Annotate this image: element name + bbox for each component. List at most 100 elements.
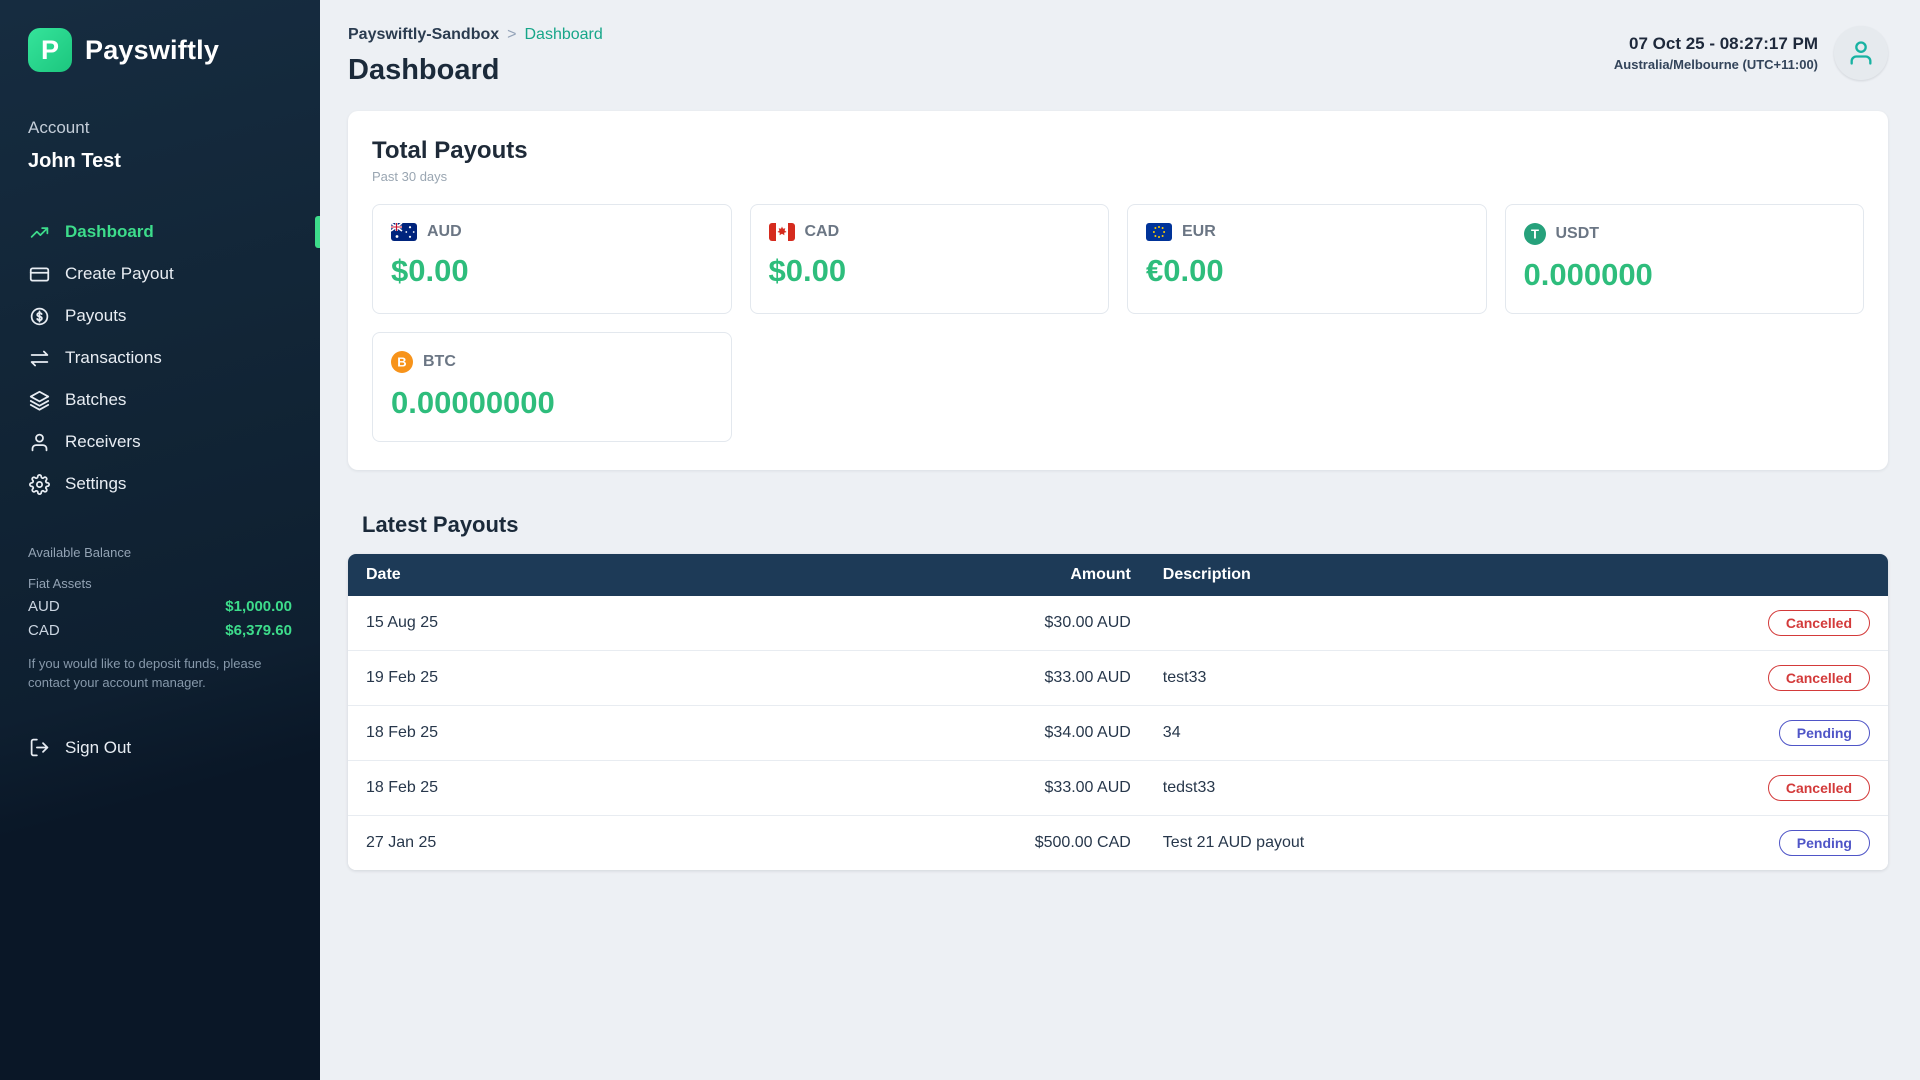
fiat-assets-label: Fiat Assets: [28, 576, 292, 591]
clock-timezone: Australia/Melbourne (UTC+11:00): [1614, 57, 1818, 72]
status-badge: Pending: [1779, 830, 1870, 856]
latest-payouts-table: Date Amount Description 15 Aug 25 $30.00…: [348, 554, 1888, 870]
balance-currency: AUD: [28, 598, 60, 615]
balance-currency: CAD: [28, 622, 60, 639]
currency-code: EUR: [1182, 223, 1216, 241]
table-row[interactable]: 18 Feb 25 $33.00 AUD tedst33 Cancelled: [348, 761, 1888, 816]
payout-date: 19 Feb 25: [348, 651, 995, 706]
column-header-amount: Amount: [995, 554, 1149, 596]
sidebar-item-transactions[interactable]: Transactions: [0, 337, 320, 379]
currency-total: 0.000000: [1524, 257, 1846, 293]
status-badge: Cancelled: [1768, 610, 1870, 636]
payout-description: test33: [1149, 651, 1673, 706]
page-title: Dashboard: [348, 54, 603, 87]
breadcrumb-root-link[interactable]: Payswiftly-Sandbox: [348, 26, 499, 44]
currency-total: €0.00: [1146, 253, 1468, 289]
deposit-note: If you would like to deposit funds, plea…: [28, 655, 292, 693]
total-payouts-title: Total Payouts: [372, 137, 1864, 165]
usdt-coin-icon: T: [1524, 223, 1546, 245]
main-content: Payswiftly-Sandbox > Dashboard Dashboard…: [320, 0, 1920, 1080]
dollar-circle-icon: [28, 305, 50, 327]
sidebar-item-label: Create Payout: [65, 264, 174, 284]
sign-out-label: Sign Out: [65, 738, 131, 758]
brand-name: Payswiftly: [85, 35, 219, 66]
sidebar-item-create-payout[interactable]: Create Payout: [0, 253, 320, 295]
sidebar-item-label: Receivers: [65, 432, 141, 452]
australia-flag-icon: [391, 223, 417, 241]
sidebar-item-payouts[interactable]: Payouts: [0, 295, 320, 337]
available-balance-label: Available Balance: [28, 545, 292, 560]
account-label: Account: [0, 118, 320, 138]
sidebar-item-label: Batches: [65, 390, 126, 410]
card-icon: [28, 263, 50, 285]
payout-amount: $34.00 AUD: [995, 706, 1149, 761]
breadcrumb-current-link[interactable]: Dashboard: [525, 26, 603, 44]
sidebar-item-label: Transactions: [65, 348, 162, 368]
table-row[interactable]: 27 Jan 25 $500.00 CAD Test 21 AUD payout…: [348, 816, 1888, 871]
currency-total: $0.00: [769, 253, 1091, 289]
sign-out-button[interactable]: Sign Out: [0, 727, 320, 769]
column-header-description: Description: [1149, 554, 1673, 596]
currency-code: USDT: [1556, 225, 1600, 243]
user-avatar-button[interactable]: [1834, 26, 1888, 80]
person-icon: [1847, 39, 1875, 67]
total-payouts-subtitle: Past 30 days: [372, 169, 1864, 184]
table-row[interactable]: 15 Aug 25 $30.00 AUD Cancelled: [348, 596, 1888, 651]
payout-description: Test 21 AUD payout: [1149, 816, 1673, 871]
status-badge: Cancelled: [1768, 665, 1870, 691]
column-header-status: [1672, 554, 1888, 596]
latest-payouts-title: Latest Payouts: [362, 512, 1888, 538]
payout-amount: $500.00 CAD: [995, 816, 1149, 871]
currency-card-btc: B BTC 0.00000000: [372, 332, 732, 442]
sidebar-item-label: Payouts: [65, 306, 126, 326]
layers-icon: [28, 389, 50, 411]
payout-amount: $30.00 AUD: [995, 596, 1149, 651]
currency-code: AUD: [427, 223, 462, 241]
person-icon: [28, 431, 50, 453]
payout-date: 18 Feb 25: [348, 706, 995, 761]
sidebar-item-label: Dashboard: [65, 222, 154, 242]
payout-date: 18 Feb 25: [348, 761, 995, 816]
clock: 07 Oct 25 - 08:27:17 PM Australia/Melbou…: [1614, 34, 1818, 72]
trending-up-icon: [28, 221, 50, 243]
currency-card-cad: CAD $0.00: [750, 204, 1110, 314]
currency-total: 0.00000000: [391, 385, 713, 421]
status-badge: Pending: [1779, 720, 1870, 746]
gear-icon: [28, 473, 50, 495]
balance-amount: $6,379.60: [225, 622, 292, 639]
brand-logo[interactable]: P Payswiftly: [0, 28, 320, 72]
payout-description: tedst33: [1149, 761, 1673, 816]
currency-code: CAD: [805, 223, 840, 241]
balance-row-aud: AUD $1,000.00: [28, 598, 292, 615]
sidebar-item-settings[interactable]: Settings: [0, 463, 320, 505]
currency-total: $0.00: [391, 253, 713, 289]
sidebar-item-batches[interactable]: Batches: [0, 379, 320, 421]
balance-row-cad: CAD $6,379.60: [28, 622, 292, 639]
sidebar-item-receivers[interactable]: Receivers: [0, 421, 320, 463]
column-header-date: Date: [348, 554, 995, 596]
eu-flag-icon: [1146, 223, 1172, 241]
table-header-row: Date Amount Description: [348, 554, 1888, 596]
currency-card-aud: AUD $0.00: [372, 204, 732, 314]
breadcrumb: Payswiftly-Sandbox > Dashboard: [348, 26, 603, 44]
status-badge: Cancelled: [1768, 775, 1870, 801]
total-payouts-card: Total Payouts Past 30 days AUD $0.00 CAD…: [348, 111, 1888, 470]
payout-description: [1149, 596, 1673, 651]
balance-section: Available Balance Fiat Assets AUD $1,000…: [0, 545, 320, 693]
payout-date: 15 Aug 25: [348, 596, 995, 651]
logout-icon: [28, 737, 50, 759]
canada-flag-icon: [769, 223, 795, 241]
svg-text:B: B: [397, 355, 406, 370]
payout-description: 34: [1149, 706, 1673, 761]
table-row[interactable]: 18 Feb 25 $34.00 AUD 34 Pending: [348, 706, 1888, 761]
payout-amount: $33.00 AUD: [995, 761, 1149, 816]
user-name: John Test: [0, 150, 320, 173]
sidebar-nav: Dashboard Create Payout Payouts Transact…: [0, 211, 320, 505]
table-row[interactable]: 19 Feb 25 $33.00 AUD test33 Cancelled: [348, 651, 1888, 706]
payout-amount: $33.00 AUD: [995, 651, 1149, 706]
sidebar-item-label: Settings: [65, 474, 126, 494]
sidebar-item-dashboard[interactable]: Dashboard: [0, 211, 320, 253]
btc-coin-icon: B: [391, 351, 413, 373]
svg-text:T: T: [1531, 227, 1539, 242]
payout-date: 27 Jan 25: [348, 816, 995, 871]
